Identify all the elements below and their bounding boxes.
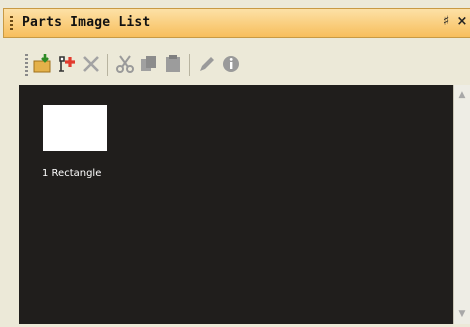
parts-image-list-panel: Parts Image List ♯ × 1 Rectangle ▲ ▼	[0, 0, 470, 327]
toolbar	[19, 44, 470, 84]
panel-title: Parts Image List	[22, 15, 151, 30]
toolbar-separator	[107, 54, 108, 76]
toolbar-separator	[189, 54, 190, 76]
close-icon[interactable]: ×	[454, 14, 470, 29]
drag-grip-icon[interactable]	[10, 16, 13, 32]
paste-icon[interactable]	[161, 52, 185, 76]
part-label: 1 Rectangle	[42, 168, 102, 179]
add-part-icon[interactable]	[55, 52, 79, 76]
edit-icon[interactable]	[195, 52, 219, 76]
vertical-scrollbar[interactable]: ▲ ▼	[453, 85, 470, 324]
add-image-icon[interactable]	[31, 52, 55, 76]
cut-icon[interactable]	[113, 52, 137, 76]
toolbar-grip-icon[interactable]	[25, 54, 28, 76]
parts-image-canvas[interactable]: 1 Rectangle	[19, 85, 453, 324]
scroll-down-icon[interactable]: ▼	[454, 306, 470, 322]
scroll-up-icon[interactable]: ▲	[454, 87, 470, 103]
pin-icon[interactable]: ♯	[438, 14, 454, 29]
title-bar-buttons: ♯ ×	[438, 14, 470, 29]
info-icon[interactable]	[219, 52, 243, 76]
copy-icon[interactable]	[137, 52, 161, 76]
title-bar[interactable]: Parts Image List ♯ ×	[3, 8, 470, 38]
delete-icon[interactable]	[79, 52, 103, 76]
part-thumbnail-rectangle[interactable]	[43, 105, 107, 151]
